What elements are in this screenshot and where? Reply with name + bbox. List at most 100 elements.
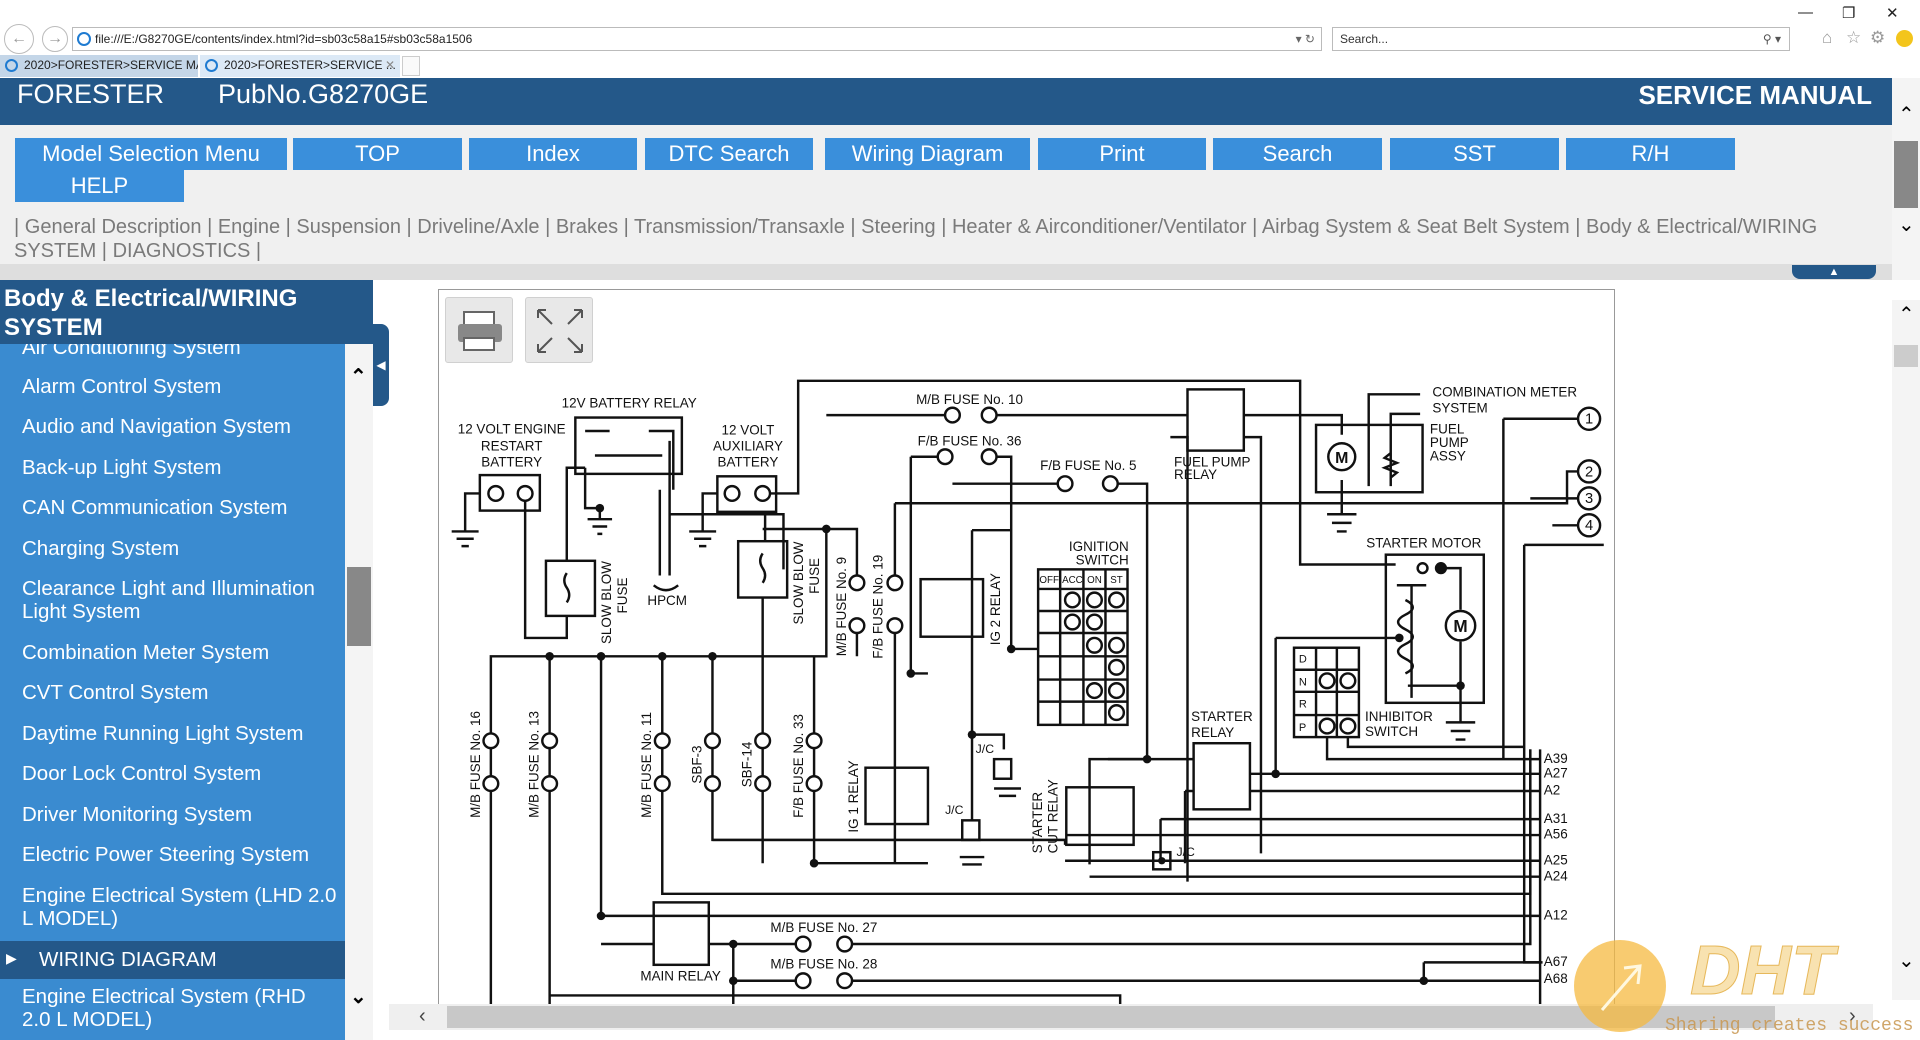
chevron-up-icon[interactable]: ⌃ bbox=[350, 364, 367, 389]
sidebar-item-clearance-light[interactable]: Clearance Light and Illumination Light S… bbox=[0, 577, 340, 623]
wires bbox=[451, 379, 1604, 1004]
label-engine-battery-1: 12 VOLT ENGINE bbox=[458, 421, 566, 436]
sidebar-scroll-thumb[interactable] bbox=[347, 567, 371, 646]
top-button[interactable]: TOP bbox=[293, 138, 462, 170]
sidebar-item-backup-light[interactable]: Back-up Light System bbox=[0, 456, 229, 479]
sidebar-item-daytime-running-light[interactable]: Daytime Running Light System bbox=[0, 722, 311, 745]
label-aux-battery-2: AUXILIARY bbox=[713, 439, 783, 454]
ie-icon bbox=[205, 59, 218, 72]
sidebar-item-door-lock[interactable]: Door Lock Control System bbox=[0, 762, 269, 785]
link-general-description[interactable]: General Description bbox=[25, 216, 202, 238]
sidebar-item-audio-navigation[interactable]: Audio and Navigation System bbox=[0, 415, 299, 438]
label-ignition-2: SWITCH bbox=[1076, 552, 1129, 567]
pin-a12: A12 bbox=[1544, 908, 1568, 923]
print-button[interactable]: Print bbox=[1038, 138, 1206, 170]
sidebar-scrollbar[interactable]: ⌃ ⌄ bbox=[345, 344, 373, 1040]
label-aux-battery-1: 12 VOLT bbox=[722, 423, 775, 438]
sidebar-item-electric-power-steering[interactable]: Electric Power Steering System bbox=[0, 843, 317, 866]
rh-button[interactable]: R/H bbox=[1566, 138, 1735, 170]
sidebar-item-charging[interactable]: Charging System bbox=[0, 537, 187, 560]
content-scrollbar[interactable]: ⌃ ⌄ bbox=[1892, 300, 1920, 1000]
manual-title: SERVICE MANUAL bbox=[1638, 80, 1872, 110]
close-tab-icon[interactable]: ✕ bbox=[385, 55, 395, 76]
sidebar-item-engine-electrical-lhd[interactable]: Engine Electrical System (LHD 2.0 L MODE… bbox=[0, 884, 345, 930]
back-button[interactable]: ← bbox=[4, 24, 34, 54]
sidebar-item-wiring-diagram[interactable]: ▶ WIRING DIAGRAM bbox=[0, 941, 345, 979]
gear-icon[interactable]: ⚙ bbox=[1870, 28, 1885, 48]
label-inhibitor-2: SWITCH bbox=[1365, 724, 1418, 739]
chevron-up-icon[interactable]: ⌃ bbox=[1898, 102, 1915, 127]
fuel-pump-relay bbox=[1186, 388, 1246, 452]
sidebar-item-combination-meter[interactable]: Combination Meter System bbox=[0, 641, 277, 664]
new-tab-button[interactable] bbox=[402, 56, 420, 76]
wiring-diagram-button[interactable]: Wiring Diagram bbox=[825, 138, 1030, 170]
watermark-text: DHT bbox=[1690, 931, 1835, 1010]
label-mb-fuse-16: M/B FUSE No. 16 bbox=[468, 711, 483, 818]
sst-button[interactable]: SST bbox=[1390, 138, 1559, 170]
label-engine-battery-2: RESTART bbox=[481, 439, 543, 454]
sidebar-item-air-conditioning[interactable]: Air Conditioning System bbox=[0, 344, 249, 359]
search-placeholder: Search... bbox=[1340, 32, 1389, 46]
link-airbag[interactable]: Airbag System & Seat Belt System bbox=[1262, 216, 1570, 238]
link-diagnostics[interactable]: DIAGNOSTICS bbox=[113, 240, 251, 262]
index-button[interactable]: Index bbox=[469, 138, 637, 170]
chevron-down-icon[interactable]: ⌄ bbox=[1898, 948, 1915, 973]
category-links: | General Description | Engine | Suspens… bbox=[14, 216, 1818, 262]
address-bar[interactable]: file:///E:/G8270GE/contents/index.html?i… bbox=[72, 27, 1322, 51]
search-icon[interactable]: ⚲ ▾ bbox=[1763, 28, 1781, 50]
model-selection-menu-button[interactable]: Model Selection Menu bbox=[15, 138, 287, 170]
tab-1[interactable]: 2020>FORESTER>SERVICE MA... bbox=[0, 55, 198, 77]
refresh-icon[interactable]: ▾ ↻ bbox=[1296, 28, 1315, 50]
link-heater-aircon[interactable]: Heater & Airconditioner/Ventilator bbox=[952, 216, 1247, 238]
sidebar-item-cvt-control[interactable]: CVT Control System bbox=[0, 681, 216, 704]
home-icon[interactable]: ⌂ bbox=[1822, 28, 1832, 48]
page-scroll-thumb[interactable] bbox=[1894, 141, 1918, 208]
sidebar-title: Body & Electrical/WIRING SYSTEM bbox=[0, 280, 373, 344]
favorites-star-icon[interactable]: ☆ bbox=[1846, 28, 1861, 48]
sidebar-item-driver-monitoring[interactable]: Driver Monitoring System bbox=[0, 803, 260, 826]
pin-a24: A24 bbox=[1544, 868, 1568, 883]
watermark-slogan: Sharing creates success bbox=[1665, 1016, 1914, 1036]
collapse-sidebar-button[interactable]: ◀ bbox=[373, 324, 389, 406]
pin-a2: A2 bbox=[1544, 783, 1560, 798]
minimize-icon[interactable]: — bbox=[1798, 4, 1813, 21]
chevron-left-icon[interactable]: ‹ bbox=[419, 1005, 426, 1028]
label-battery-relay: 12V BATTERY RELAY bbox=[562, 396, 697, 411]
page-scrollbar[interactable]: ⌃ ⌄ bbox=[1892, 78, 1920, 280]
link-brakes[interactable]: Brakes bbox=[556, 216, 618, 238]
link-suspension[interactable]: Suspension bbox=[296, 216, 401, 238]
12v-battery-relay bbox=[574, 416, 684, 476]
label-slow-blow-1b: FUSE bbox=[615, 578, 630, 614]
chevron-up-icon[interactable]: ⌃ bbox=[1898, 302, 1915, 327]
link-engine[interactable]: Engine bbox=[218, 216, 280, 238]
label-fb-fuse-19: F/B FUSE No. 19 bbox=[871, 555, 886, 659]
label-sbf-14: SBF-14 bbox=[740, 741, 755, 787]
sidebar-item-engine-electrical-rhd[interactable]: Engine Electrical System (RHD 2.0 L MODE… bbox=[0, 985, 345, 1031]
address-text: file:///E:/G8270GE/contents/index.html?i… bbox=[95, 32, 473, 46]
connector-3: 3 bbox=[1585, 491, 1593, 507]
link-transmission[interactable]: Transmission/Transaxle bbox=[634, 216, 845, 238]
sidebar-item-can-communication[interactable]: CAN Communication System bbox=[0, 496, 295, 519]
pin-a56: A56 bbox=[1544, 827, 1568, 842]
search-button[interactable]: Search bbox=[1213, 138, 1382, 170]
tab-2[interactable]: 2020>FORESTER>SERVICE ... ✕ bbox=[200, 55, 400, 77]
ign-col-on: ON bbox=[1087, 575, 1102, 586]
close-icon[interactable]: ✕ bbox=[1886, 4, 1899, 22]
sidebar-item-alarm-control[interactable]: Alarm Control System bbox=[0, 375, 229, 398]
smiley-icon[interactable] bbox=[1896, 30, 1913, 47]
chevron-down-icon[interactable]: ⌄ bbox=[1898, 212, 1915, 237]
help-button[interactable]: HELP bbox=[15, 170, 184, 202]
content-scroll-thumb[interactable] bbox=[1894, 345, 1918, 367]
tab-label: 2020>FORESTER>SERVICE ... bbox=[224, 58, 396, 72]
pin-a25: A25 bbox=[1544, 852, 1568, 867]
dtc-search-button[interactable]: DTC Search bbox=[645, 138, 813, 170]
label-engine-battery-3: BATTERY bbox=[481, 455, 542, 470]
forward-button[interactable]: → bbox=[42, 26, 68, 52]
collapse-header-button[interactable]: ▲ bbox=[1792, 265, 1876, 279]
ig1-relay bbox=[864, 766, 930, 826]
search-input[interactable]: Search... ⚲ ▾ bbox=[1332, 27, 1790, 51]
link-driveline-axle[interactable]: Driveline/Axle bbox=[417, 216, 539, 238]
restore-icon[interactable]: ❐ bbox=[1842, 4, 1855, 22]
chevron-down-icon[interactable]: ⌄ bbox=[350, 984, 367, 1009]
link-steering[interactable]: Steering bbox=[861, 216, 936, 238]
